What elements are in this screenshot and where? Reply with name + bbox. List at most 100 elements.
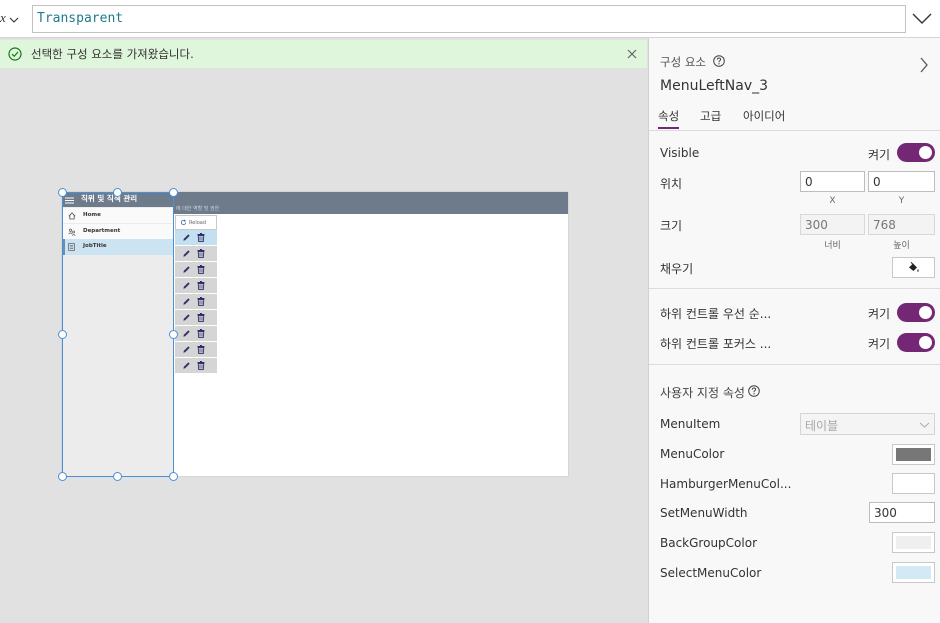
- hamburger-color-fill: [896, 477, 931, 490]
- gallery-row[interactable]: [175, 310, 217, 325]
- size-width-caption: 너비: [824, 241, 841, 251]
- resize-handle-bottom[interactable]: [113, 471, 122, 481]
- menu-item-value: 테이블: [805, 419, 839, 433]
- selection-frame: [62, 192, 174, 477]
- notification-bar: 선택한 구성 요소를 가져왔습니다.: [0, 40, 647, 68]
- gallery-row[interactable]: [175, 342, 217, 357]
- formula-bar: x Transparent: [0, 0, 940, 38]
- resize-handle-bottom-left[interactable]: [57, 471, 67, 481]
- pencil-icon[interactable]: [182, 313, 191, 322]
- child-priority-label: 하위 컨트롤 우선 순...: [660, 307, 772, 321]
- menu-item-dropdown[interactable]: 테이블: [800, 413, 935, 435]
- position-x-input[interactable]: [800, 171, 865, 192]
- child-focus-toggle[interactable]: [897, 333, 935, 352]
- position-label: 위치: [660, 177, 683, 191]
- gallery-row[interactable]: [175, 326, 217, 341]
- properties-panel: 구성 요소 MenuLeftNav_3 속성 고급 아이디어 Visible 켜…: [648, 38, 940, 623]
- chevron-right-icon[interactable]: [919, 57, 929, 73]
- custom-properties-title: 사용자 지정 속성: [660, 386, 745, 400]
- divider: [649, 130, 940, 131]
- size-width-input[interactable]: [800, 214, 865, 235]
- pencil-icon[interactable]: [182, 249, 191, 258]
- menu-item-label: MenuItem: [660, 417, 721, 431]
- gallery-row[interactable]: [175, 358, 217, 373]
- resize-handle-top-right[interactable]: [168, 187, 178, 197]
- pencil-icon[interactable]: [182, 297, 191, 306]
- gallery-row[interactable]: [175, 294, 217, 309]
- trash-icon[interactable]: [197, 313, 205, 322]
- pencil-icon[interactable]: [182, 361, 191, 370]
- select-menu-color-fill: [896, 566, 931, 579]
- trash-icon[interactable]: [197, 233, 205, 242]
- position-y-input[interactable]: [868, 171, 935, 192]
- section-label: 구성 요소: [660, 55, 706, 69]
- trash-icon[interactable]: [197, 265, 205, 274]
- resize-handle-top-left[interactable]: [57, 187, 67, 197]
- gallery-row[interactable]: [175, 278, 217, 293]
- resize-handle-right[interactable]: [168, 329, 178, 339]
- size-height-input[interactable]: [868, 214, 935, 235]
- back-group-color-picker[interactable]: [892, 532, 935, 553]
- trash-icon[interactable]: [197, 297, 205, 306]
- set-menu-width-input[interactable]: [869, 502, 935, 523]
- chevron-down-icon[interactable]: [912, 13, 932, 25]
- component-name: MenuLeftNav_3: [660, 78, 769, 94]
- trash-icon[interactable]: [197, 329, 205, 338]
- size-label: 크기: [660, 219, 683, 233]
- chevron-down-icon[interactable]: [9, 17, 19, 23]
- trash-icon[interactable]: [197, 345, 205, 354]
- formula-value: Transparent: [37, 11, 124, 26]
- property-selector[interactable]: x: [0, 9, 24, 29]
- gallery-row[interactable]: [175, 230, 217, 245]
- help-circle-icon[interactable]: [748, 385, 760, 397]
- help-circle-icon[interactable]: [713, 55, 725, 67]
- divider: [649, 288, 940, 289]
- tab-ideas[interactable]: 아이디어: [743, 108, 785, 127]
- visible-state: 켜기: [868, 148, 891, 162]
- pencil-icon[interactable]: [182, 265, 191, 274]
- menu-color-fill: [896, 448, 931, 461]
- resize-handle-top[interactable]: [113, 187, 122, 197]
- chevron-down-icon: [919, 422, 930, 428]
- child-priority-state: 켜기: [868, 307, 891, 321]
- fill-color-picker[interactable]: [892, 257, 935, 278]
- paint-bucket-icon: [907, 261, 920, 274]
- reload-label: Reload: [189, 219, 207, 226]
- close-icon[interactable]: [627, 49, 637, 59]
- position-x-caption: X: [829, 196, 836, 206]
- set-menu-width-label: SetMenuWidth: [660, 506, 748, 520]
- trash-icon[interactable]: [197, 281, 205, 290]
- select-menu-color-picker[interactable]: [892, 562, 935, 583]
- gallery-row[interactable]: [175, 262, 217, 277]
- notification-message: 선택한 구성 요소를 가져왔습니다.: [31, 47, 194, 61]
- tab-properties[interactable]: 속성: [658, 108, 680, 129]
- pencil-icon[interactable]: [182, 281, 191, 290]
- pencil-icon[interactable]: [182, 233, 191, 242]
- menu-color-picker[interactable]: [892, 444, 935, 465]
- size-height-caption: 높이: [893, 241, 910, 251]
- visible-toggle[interactable]: [897, 143, 935, 162]
- back-group-color-label: BackGroupColor: [660, 536, 757, 550]
- formula-input[interactable]: Transparent: [32, 5, 906, 33]
- child-focus-state: 켜기: [868, 337, 891, 351]
- trash-icon[interactable]: [197, 249, 205, 258]
- trash-icon[interactable]: [197, 361, 205, 370]
- hamburger-color-label: HamburgerMenuCol...: [660, 477, 792, 491]
- child-priority-toggle[interactable]: [897, 303, 935, 322]
- refresh-icon: [180, 219, 187, 226]
- position-y-caption: Y: [898, 196, 905, 206]
- menu-color-label: MenuColor: [660, 447, 725, 461]
- back-group-color-fill: [896, 536, 931, 549]
- hamburger-color-picker[interactable]: [892, 473, 935, 494]
- property-name-fragment: x: [0, 10, 6, 25]
- resize-handle-bottom-right[interactable]: [168, 471, 178, 481]
- pencil-icon[interactable]: [182, 329, 191, 338]
- divider: [649, 364, 940, 365]
- pencil-icon[interactable]: [182, 345, 191, 354]
- select-menu-color-label: SelectMenuColor: [660, 566, 762, 580]
- tab-advanced[interactable]: 고급: [700, 108, 721, 127]
- resize-handle-left[interactable]: [57, 329, 67, 339]
- reload-button[interactable]: Reload: [175, 215, 217, 230]
- app-subtitle: 에 대한 역할 및 권한: [176, 206, 220, 212]
- gallery-row[interactable]: [175, 246, 217, 261]
